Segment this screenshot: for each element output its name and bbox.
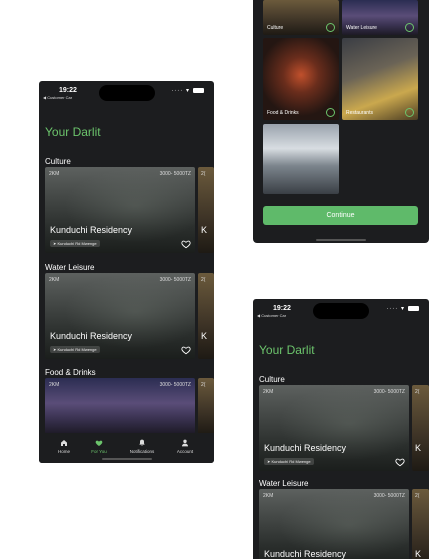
listing-card-next[interactable]: 2( K xyxy=(198,167,214,253)
distance-label: 2KM xyxy=(263,493,274,499)
page-title: Your Darlit xyxy=(45,125,101,139)
price-label: 3000- 5000TZ xyxy=(159,171,191,177)
location-text: Kunduchi Rd Mwenge xyxy=(57,241,97,246)
tab-label: For You xyxy=(91,449,107,454)
section-title: Water Leisure xyxy=(45,263,95,272)
listing-card[interactable]: 2KM 3000- 5000TZ Kunduchi Residency ➤ Ku… xyxy=(45,167,195,253)
category-tile-hotel[interactable] xyxy=(263,124,339,194)
listing-card[interactable]: 2KM 3000- 5000TZ Kunduchi Residency xyxy=(259,489,409,559)
category-label: Food & Drinks xyxy=(267,110,299,116)
listing-name: K xyxy=(201,225,208,235)
tab-label: Notifications xyxy=(129,449,155,454)
listing-name: K xyxy=(415,549,422,559)
distance-label: 2( xyxy=(415,493,420,499)
listing-card[interactable]: 2KM 3000- 5000TZ Kunduchi Residency ➤ Ku… xyxy=(45,273,195,359)
check-circle-icon xyxy=(326,23,335,32)
section-title: Water Leisure xyxy=(259,479,309,488)
person-icon xyxy=(182,439,188,447)
listing-card[interactable]: 2KM 3000- 5000TZ xyxy=(45,378,195,434)
tab-notifications[interactable]: Notifications xyxy=(122,439,162,454)
listing-name: Kunduchi Residency xyxy=(264,443,347,453)
listing-card-next[interactable]: 2( K xyxy=(412,489,429,559)
category-label: Restaurants xyxy=(346,110,373,116)
heart-icon[interactable] xyxy=(395,457,405,467)
signal-icon: ···· xyxy=(386,306,399,312)
listing-name: Kunduchi Residency xyxy=(50,225,133,235)
dynamic-island xyxy=(99,85,155,101)
for-you-screen: 19:22 ◀ Customer Car ···· ▾ Your Darlit … xyxy=(39,81,214,463)
listing-card[interactable]: 2KM 3000- 5000TZ Kunduchi Residency ➤ Ku… xyxy=(259,385,409,471)
category-label: Water Leisure xyxy=(346,25,377,31)
bell-icon xyxy=(139,439,145,446)
listing-name: Kunduchi Residency xyxy=(264,549,347,559)
price-label: 3000- 5000TZ xyxy=(373,493,405,499)
section-title: Culture xyxy=(259,375,285,384)
status-time: 19:22 xyxy=(59,87,77,94)
category-tile-restaurants[interactable]: Restaurants xyxy=(342,38,418,120)
distance-label: 2( xyxy=(201,171,206,177)
battery-icon xyxy=(408,305,419,311)
signal-icon: ···· xyxy=(171,88,184,94)
heart-icon[interactable] xyxy=(181,345,191,355)
tab-account[interactable]: Account xyxy=(165,439,205,454)
section-title: Food & Drinks xyxy=(45,368,96,377)
heart-icon xyxy=(95,440,103,446)
distance-label: 2KM xyxy=(49,382,60,388)
for-you-screen-2: 19:22 ◀ Customer Car ···· ▾ Your Darlit … xyxy=(253,299,429,559)
distance-label: 2( xyxy=(201,382,206,388)
price-label: 3000- 5000TZ xyxy=(159,277,191,283)
listing-card-next[interactable]: 2( xyxy=(198,378,214,434)
listing-card-next[interactable]: 2( K xyxy=(412,385,429,471)
category-label: Culture xyxy=(267,25,284,31)
price-label: 3000- 5000TZ xyxy=(373,389,405,395)
location-label: ➤ Kunduchi Rd Mwenge xyxy=(264,458,314,465)
heart-icon[interactable] xyxy=(181,239,191,249)
continue-button[interactable]: Continue xyxy=(263,206,418,225)
distance-label: 2KM xyxy=(49,171,60,177)
category-tile-food-drinks[interactable]: Food & Drinks xyxy=(263,38,339,120)
distance-label: 2KM xyxy=(49,277,60,283)
status-icons: ···· ▾ xyxy=(386,305,419,312)
distance-label: 2KM xyxy=(263,389,274,395)
distance-label: 2( xyxy=(201,277,206,283)
tab-bar: Home For You Notifications Account xyxy=(39,433,214,463)
check-circle-icon xyxy=(405,23,414,32)
check-circle-icon xyxy=(326,108,335,117)
check-circle-icon xyxy=(405,108,414,117)
price-label: 3000- 5000TZ xyxy=(159,382,191,388)
home-indicator xyxy=(316,239,366,241)
back-to-app[interactable]: ◀ Customer Car xyxy=(43,95,72,100)
back-to-app[interactable]: ◀ Customer Car xyxy=(257,313,286,318)
section-title: Culture xyxy=(45,157,71,166)
status-bar: 19:22 ◀ Customer Car ···· ▾ xyxy=(253,299,429,321)
distance-label: 2( xyxy=(415,389,420,395)
location-label: ➤ Kunduchi Rd Mwenge xyxy=(50,240,100,247)
dynamic-island xyxy=(313,303,369,319)
status-bar: 19:22 ◀ Customer Car ···· ▾ xyxy=(39,81,214,103)
listing-name: K xyxy=(201,331,208,341)
location-label: ➤ Kunduchi Rd Mwenge xyxy=(50,346,100,353)
home-icon xyxy=(61,440,67,446)
category-tile-water-leisure[interactable]: Water Leisure xyxy=(342,0,418,35)
listing-name: K xyxy=(415,443,422,453)
wifi-icon: ▾ xyxy=(185,88,190,94)
listing-name: Kunduchi Residency xyxy=(50,331,133,341)
category-screen: Culture Water Leisure Food & Drinks Rest… xyxy=(253,0,429,243)
wifi-icon: ▾ xyxy=(400,306,405,312)
tab-home[interactable]: Home xyxy=(44,439,84,454)
page-title: Your Darlit xyxy=(259,343,315,357)
tab-for-you[interactable]: For You xyxy=(79,439,119,454)
listing-card-next[interactable]: 2( K xyxy=(198,273,214,359)
tab-label: Account xyxy=(176,449,194,454)
battery-icon xyxy=(193,87,204,93)
status-icons: ···· ▾ xyxy=(171,87,204,94)
home-indicator xyxy=(101,458,152,460)
status-time: 19:22 xyxy=(273,305,291,312)
tab-label: Home xyxy=(57,449,70,454)
category-tile-culture[interactable]: Culture xyxy=(263,0,339,35)
location-text: Kunduchi Rd Mwenge xyxy=(57,347,97,352)
location-text: Kunduchi Rd Mwenge xyxy=(271,459,311,464)
